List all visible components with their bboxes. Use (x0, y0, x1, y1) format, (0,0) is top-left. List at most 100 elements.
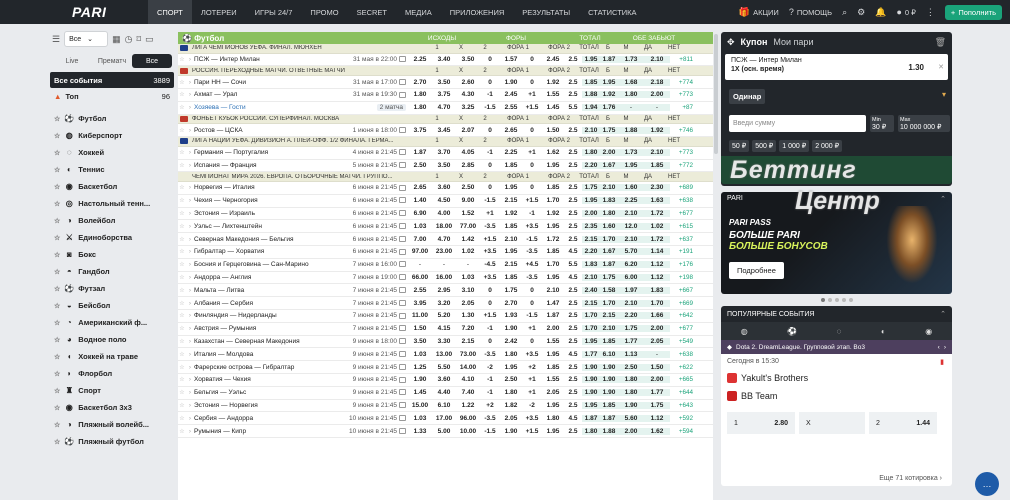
odd-cell[interactable]: 1.90 (408, 376, 432, 383)
odd-cell[interactable]: 2.15 (582, 299, 600, 307)
odd-cell[interactable]: 4.50 (432, 197, 456, 204)
match-teams[interactable]: Эстония — Израиль (194, 210, 330, 217)
table-row[interactable]: ☆ › Эстония — Норвегия 9 июня в 21:45 15.00 6… (178, 400, 713, 413)
chevron-right-icon[interactable]: › (186, 261, 194, 268)
odd-cell[interactable]: 2.65 (500, 127, 522, 134)
odd-cell[interactable]: 1.02 (644, 222, 670, 230)
chevron-right-icon[interactable]: › (186, 184, 194, 191)
odd-cell[interactable]: 1.85 (644, 161, 670, 169)
more-markets[interactable]: +774 (670, 79, 695, 86)
league-header[interactable]: ФОНБЕТ КУБОК РОССИИ. СУПЕРФИНАЛ. МОСКВА 1… (178, 114, 713, 125)
star-icon[interactable]: ☆ (54, 268, 60, 276)
odd-cell[interactable]: 2.10 (582, 273, 600, 281)
sport-item-15[interactable]: ☆ ◗ Флорбол (50, 365, 174, 382)
odd-cell[interactable]: -1 (480, 389, 500, 396)
odd-cell[interactable]: 1.92 (644, 126, 670, 134)
more-markets[interactable]: +665 (670, 376, 695, 383)
star-icon[interactable]: ☆ (178, 56, 186, 63)
odd-cell[interactable]: 0 (480, 287, 500, 294)
odd-cell[interactable]: 1.95 (500, 248, 522, 255)
more-markets[interactable]: +677 (670, 325, 695, 332)
table-row[interactable]: ☆ › Пари НН — Сочи 31 мая в 17:00 2.70 3.50 2.… (178, 76, 713, 89)
odd-cell[interactable]: 2.40 (582, 286, 600, 294)
sport-item-14[interactable]: ☆ ◖ Хоккей на траве (50, 348, 174, 365)
stats-icon[interactable] (399, 299, 406, 306)
more-markets[interactable]: +811 (670, 56, 695, 63)
odd-cell[interactable]: 2.5 (564, 56, 582, 63)
odd-cell[interactable]: 1.95 (582, 401, 600, 409)
quick-stake-500[interactable]: 500 ₽ (752, 140, 777, 152)
odd-cell[interactable]: +1 (522, 91, 542, 98)
odd-cell[interactable]: +1 (522, 389, 542, 396)
odd-cell[interactable]: 1.80 (618, 376, 644, 384)
odd-cell[interactable]: 1.67 (600, 248, 618, 256)
match-teams[interactable]: Румыния — Кипр (194, 428, 330, 435)
odd-cell[interactable]: 1.68 (618, 78, 644, 86)
search-icon[interactable]: ⌕ (842, 7, 847, 18)
more-odds-link[interactable]: Еще 71 котировка › (879, 475, 942, 482)
star-icon[interactable]: ☆ (178, 338, 186, 345)
pari-logo[interactable]: PARI (72, 4, 148, 20)
odd-cell[interactable]: 1.55 (542, 91, 564, 98)
odd-cell[interactable]: 2.00 (644, 376, 670, 384)
odd-cell[interactable]: 3.40 (432, 56, 456, 63)
odd-cell[interactable]: 2.5 (564, 210, 582, 217)
chevron-right-icon[interactable]: › (186, 162, 194, 169)
pagination-dot[interactable] (834, 298, 839, 302)
table-row[interactable]: ☆ › Чехия — Черногория 6 июня в 21:45 1.40 4.… (178, 195, 713, 208)
stats-icon[interactable] (399, 248, 406, 255)
stats-icon[interactable] (399, 402, 406, 409)
odd-cell[interactable]: 2.5 (564, 389, 582, 396)
table-row[interactable]: ☆ › Австрия — Румыния 7 июня в 21:45 1.50 4.1… (178, 323, 713, 336)
match-teams[interactable]: Хозяева — Гости (194, 104, 330, 111)
nav-item-0[interactable]: СПОРТ (148, 0, 192, 24)
star-icon[interactable]: ☆ (178, 274, 186, 281)
star-icon[interactable]: ☆ (54, 183, 60, 191)
stats-icon[interactable] (399, 197, 406, 204)
chevron-right-icon[interactable]: › (186, 223, 194, 230)
odd-cell[interactable]: 1.95 (542, 428, 564, 435)
odd-cell[interactable]: 2.5 (564, 300, 582, 307)
odd-cell[interactable]: 1.90 (500, 79, 522, 86)
menu-icon[interactable]: ⋮ (926, 7, 935, 18)
odd-cell[interactable]: 2.5 (564, 312, 582, 319)
more-markets[interactable]: +772 (670, 162, 695, 169)
info-icon[interactable]: ▾ (942, 90, 946, 99)
odd-cell[interactable]: 1.90 (582, 376, 600, 384)
nav-item-8[interactable]: СТАТИСТИКА (579, 0, 645, 24)
table-scrollbar[interactable] (714, 34, 718, 154)
odd-cell[interactable]: 2.10 (618, 235, 644, 243)
table-row[interactable]: ☆ › Босния и Герцеговина — Сан-Марино 7 июн… (178, 259, 713, 272)
odd-cell[interactable]: 12.0 (618, 222, 644, 230)
odd-cell[interactable]: +1 (522, 149, 542, 156)
filter-select[interactable]: Все ⌄ (64, 31, 109, 47)
more-markets[interactable]: +615 (670, 223, 695, 230)
chevron-right-icon[interactable]: › (186, 79, 194, 86)
odd-cell[interactable]: 11.00 (408, 312, 432, 319)
odd-cell[interactable]: 1.12 (644, 273, 670, 281)
odd-cell[interactable]: 1.95 (542, 223, 564, 230)
odd-cell[interactable]: 0 (522, 338, 542, 345)
sport-item-3[interactable]: ☆ ◐ Теннис (50, 161, 174, 178)
star-icon[interactable]: ☆ (54, 251, 60, 259)
table-row[interactable]: ☆ › Гибралтар — Хорватия 6 июня в 21:45 97.0… (178, 246, 713, 259)
chevron-right-icon[interactable]: › (186, 197, 194, 204)
chevron-right-icon[interactable]: › (186, 287, 194, 294)
star-icon[interactable]: ☆ (178, 402, 186, 409)
odd-cell[interactable]: 1.87 (408, 149, 432, 156)
chevron-right-icon[interactable]: › (186, 104, 194, 111)
odd-cell[interactable]: 2.15 (456, 338, 480, 345)
star-icon[interactable]: ☆ (178, 149, 186, 156)
star-icon[interactable]: ☆ (178, 261, 186, 268)
odd-cell[interactable]: 1.83 (600, 197, 618, 205)
odd-cell[interactable]: 1.57 (500, 56, 522, 63)
odd-cell[interactable]: - (618, 104, 644, 112)
odd-cell[interactable]: 0 (480, 127, 500, 134)
odd-cell[interactable]: 2.20 (582, 248, 600, 256)
stats-icon[interactable] (399, 389, 406, 396)
odd-cell[interactable]: - (456, 261, 480, 268)
odd-cell[interactable]: 2.20 (582, 161, 600, 169)
odd-cell[interactable]: -1.5 (480, 104, 500, 111)
match-teams[interactable]: Фарерские острова — Гибралтар (194, 364, 330, 371)
odd-cell[interactable]: 1.22 (456, 402, 480, 409)
